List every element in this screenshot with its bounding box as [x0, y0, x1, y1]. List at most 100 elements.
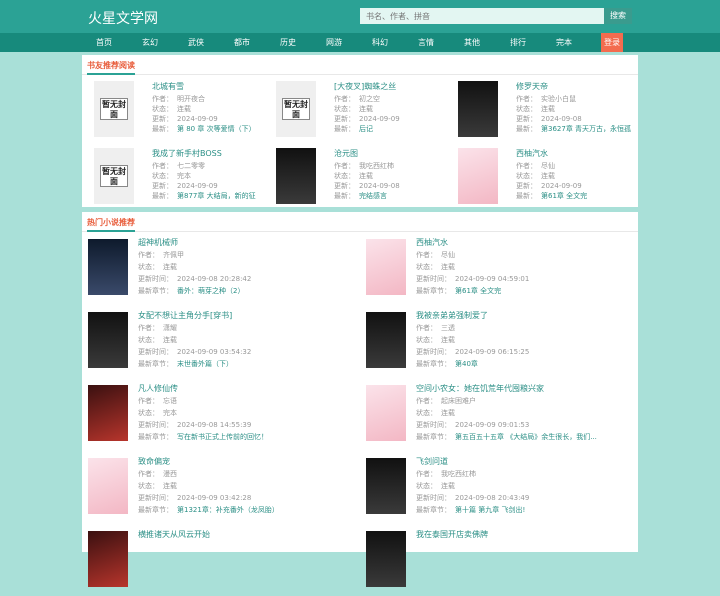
author-value: 尽仙	[541, 162, 555, 170]
book-title[interactable]: 我被亲弟弟强制爱了	[416, 310, 488, 321]
book-cover[interactable]	[366, 458, 408, 514]
status-value: 连载	[541, 105, 555, 113]
nav-home[interactable]: 首页	[96, 33, 112, 52]
updated-value: 2024-09-09 06:15:25	[455, 348, 530, 356]
latest-chapter-link[interactable]: 第 80 章 次等爱情（下）	[177, 125, 256, 133]
nav-paihang[interactable]: 排行	[510, 33, 526, 52]
hot-book[interactable]: 超神机械师 作者： 齐佩甲 状态： 连载 更新时间： 2024-09-08 20:28:42…	[82, 231, 358, 304]
recommend-book[interactable]: 沧元图 作者： 我吃西红柿 状态： 连载 更新： 2024-09-08 最新： 完结感言	[264, 148, 444, 210]
book-cover[interactable]: 暂无封面	[276, 81, 316, 137]
search-button[interactable]: 搜索	[604, 8, 632, 24]
recommend-book[interactable]: 暂无封面 我成了新手村BOSS 作者： 七二零零 状态： 完本 更新： 2024-09-09 最…	[82, 148, 262, 210]
book-title[interactable]: 超神机械师	[138, 237, 178, 248]
latest-label: 最新：	[334, 192, 355, 200]
hot-book[interactable]: 我被亲弟弟强制爱了 作者： 三透 状态： 连载 更新时间： 2024-09-09 06:15…	[360, 304, 636, 377]
latest-label: 最新：	[152, 192, 173, 200]
site-logo[interactable]: 火星文学网	[88, 8, 158, 28]
book-cover[interactable]	[458, 148, 498, 204]
book-cover[interactable]: 暂无封面	[94, 81, 134, 137]
latest-chapter-link[interactable]: 末世番外篇（下）	[177, 360, 233, 368]
book-updated: 更新时间： 2024-09-08 14:55:39	[138, 420, 251, 430]
author-value: 我吃西红柿	[359, 162, 394, 170]
hot-book[interactable]: 女配不想让主角分手[穿书] 作者： 潇耀 状态： 连载 更新时间： 2024-09-09 0…	[82, 304, 358, 377]
book-updated: 更新： 2024-09-08	[334, 181, 400, 191]
updated-label: 更新时间：	[138, 275, 173, 283]
book-cover[interactable]	[458, 81, 498, 137]
hot-book[interactable]: 横推诸天从风云开始	[82, 523, 358, 596]
latest-chapter-link[interactable]: 第十篇 第九章 飞剑出!	[455, 506, 525, 514]
latest-chapter-link[interactable]: 第3627章 青天万古，永恒孤	[541, 125, 631, 133]
author-value: 七二零零	[177, 162, 205, 170]
latest-chapter-link[interactable]: 第五百五十五章 《大结局》余生很长，我们...	[455, 433, 597, 441]
nav-wuxia[interactable]: 武侠	[188, 33, 204, 52]
book-title[interactable]: 空间小农女：她在饥荒年代囤粮兴家	[416, 383, 544, 394]
book-title[interactable]: 我在泰国开店卖佛牌	[416, 529, 488, 540]
book-cover[interactable]	[88, 458, 130, 514]
hot-book[interactable]: 空间小农女：她在饥荒年代囤粮兴家 作者： 起床困难户 状态： 连载 更新时间： 2024-0…	[360, 377, 636, 450]
book-title[interactable]: 女配不想让主角分手[穿书]	[138, 310, 232, 321]
nav-qita[interactable]: 其他	[464, 33, 480, 52]
author-label: 作者：	[138, 397, 159, 405]
latest-chapter-link[interactable]: 第40章	[455, 360, 478, 368]
book-cover[interactable]: 暂无封面	[94, 148, 134, 204]
search-input[interactable]	[360, 8, 604, 24]
nav-xuanhuan[interactable]: 玄幻	[142, 33, 158, 52]
book-title[interactable]: 致命偏宠	[138, 456, 170, 467]
latest-chapter-link[interactable]: 后记	[359, 125, 373, 133]
book-title[interactable]: 北城有雪	[152, 81, 184, 92]
latest-label: 最新章节：	[416, 506, 451, 514]
latest-chapter-link[interactable]: 第61章 全文完	[455, 287, 501, 295]
latest-chapter-link[interactable]: 第1321章：补充番外（龙凤胎）	[177, 506, 279, 514]
book-cover[interactable]	[366, 385, 408, 441]
book-title[interactable]: [大夜叉]蜘蛛之丝	[334, 81, 396, 92]
hot-header: 热门小说推荐	[82, 212, 638, 232]
nav-kehuan[interactable]: 科幻	[372, 33, 388, 52]
book-cover[interactable]	[366, 312, 408, 368]
no-cover-text: 暂无封面	[100, 165, 128, 187]
nav-yanqing[interactable]: 言情	[418, 33, 434, 52]
book-cover[interactable]	[88, 312, 130, 368]
book-author: 作者： 我吃西红柿	[334, 161, 394, 171]
hot-book[interactable]: 凡人修仙传 作者： 忘语 状态： 完本 更新时间： 2024-09-08 14:55:39 最…	[82, 377, 358, 450]
book-title[interactable]: 横推诸天从风云开始	[138, 529, 210, 540]
nav-dushi[interactable]: 都市	[234, 33, 250, 52]
book-title[interactable]: 西柚汽水	[416, 237, 448, 248]
latest-chapter-link[interactable]: 完结感言	[359, 192, 387, 200]
nav-wanben[interactable]: 完本	[556, 33, 572, 52]
hot-book[interactable]: 我在泰国开店卖佛牌	[360, 523, 636, 596]
latest-chapter-link[interactable]: 第877章 大结局，新的征	[177, 192, 256, 200]
book-title[interactable]: 西柚汽水	[516, 148, 548, 159]
book-cover[interactable]	[88, 531, 130, 587]
nav-lishi[interactable]: 历史	[280, 33, 296, 52]
author-value: 忘语	[163, 397, 177, 405]
recommend-book[interactable]: 修罗天帝 作者： 实验小白鼠 状态： 连载 更新： 2024-09-08 最新： 第3627章 …	[446, 81, 631, 143]
book-cover[interactable]	[366, 531, 408, 587]
book-cover[interactable]	[88, 239, 130, 295]
book-cover[interactable]	[88, 385, 130, 441]
latest-chapter-link[interactable]: 写在新书正式上传前的回忆！	[177, 433, 268, 441]
latest-chapter-link[interactable]: 番外：萌芽之种（2）	[177, 287, 244, 295]
status-value: 完本	[177, 172, 191, 180]
hot-book[interactable]: 致命偏宠 作者： 漫西 状态： 连载 更新时间： 2024-09-09 03:42:28 最新…	[82, 450, 358, 523]
hot-book[interactable]: 西柚汽水 作者： 尽仙 状态： 连载 更新时间： 2024-09-09 04:59:01 最新…	[360, 231, 636, 304]
book-updated: 更新时间： 2024-09-08 20:43:49	[416, 493, 529, 503]
book-title[interactable]: 凡人修仙传	[138, 383, 178, 394]
recommend-book[interactable]: 暂无封面 [大夜叉]蜘蛛之丝 作者： 初之空 状态： 连载 更新： 2024-09-09 最新：…	[264, 81, 444, 143]
book-latest: 最新章节： 第十篇 第九章 飞剑出!	[416, 505, 525, 515]
book-author: 作者： 漫西	[138, 469, 177, 479]
recommend-book[interactable]: 西柚汽水 作者： 尽仙 状态： 连载 更新： 2024-09-09 最新： 第61章 全文完	[446, 148, 626, 210]
book-latest: 最新章节： 第40章	[416, 359, 478, 369]
book-title[interactable]: 沧元图	[334, 148, 358, 159]
hot-book[interactable]: 飞剑问道 作者： 我吃西红柿 状态： 连载 更新时间： 2024-09-08 20:43:4…	[360, 450, 636, 523]
book-title[interactable]: 修罗天帝	[516, 81, 548, 92]
nav-wangyou[interactable]: 网游	[326, 33, 342, 52]
book-cover[interactable]	[366, 239, 408, 295]
updated-label: 更新时间：	[138, 494, 173, 502]
recommend-book[interactable]: 暂无封面 北城有雪 作者： 明开夜合 状态： 连载 更新： 2024-09-09 最新： 第 80…	[82, 81, 262, 143]
book-cover[interactable]	[276, 148, 316, 204]
book-title[interactable]: 我成了新手村BOSS	[152, 148, 222, 159]
login-button[interactable]: 登录	[601, 33, 623, 52]
latest-chapter-link[interactable]: 第61章 全文完	[541, 192, 587, 200]
book-title[interactable]: 飞剑问道	[416, 456, 448, 467]
latest-label: 最新：	[152, 125, 173, 133]
